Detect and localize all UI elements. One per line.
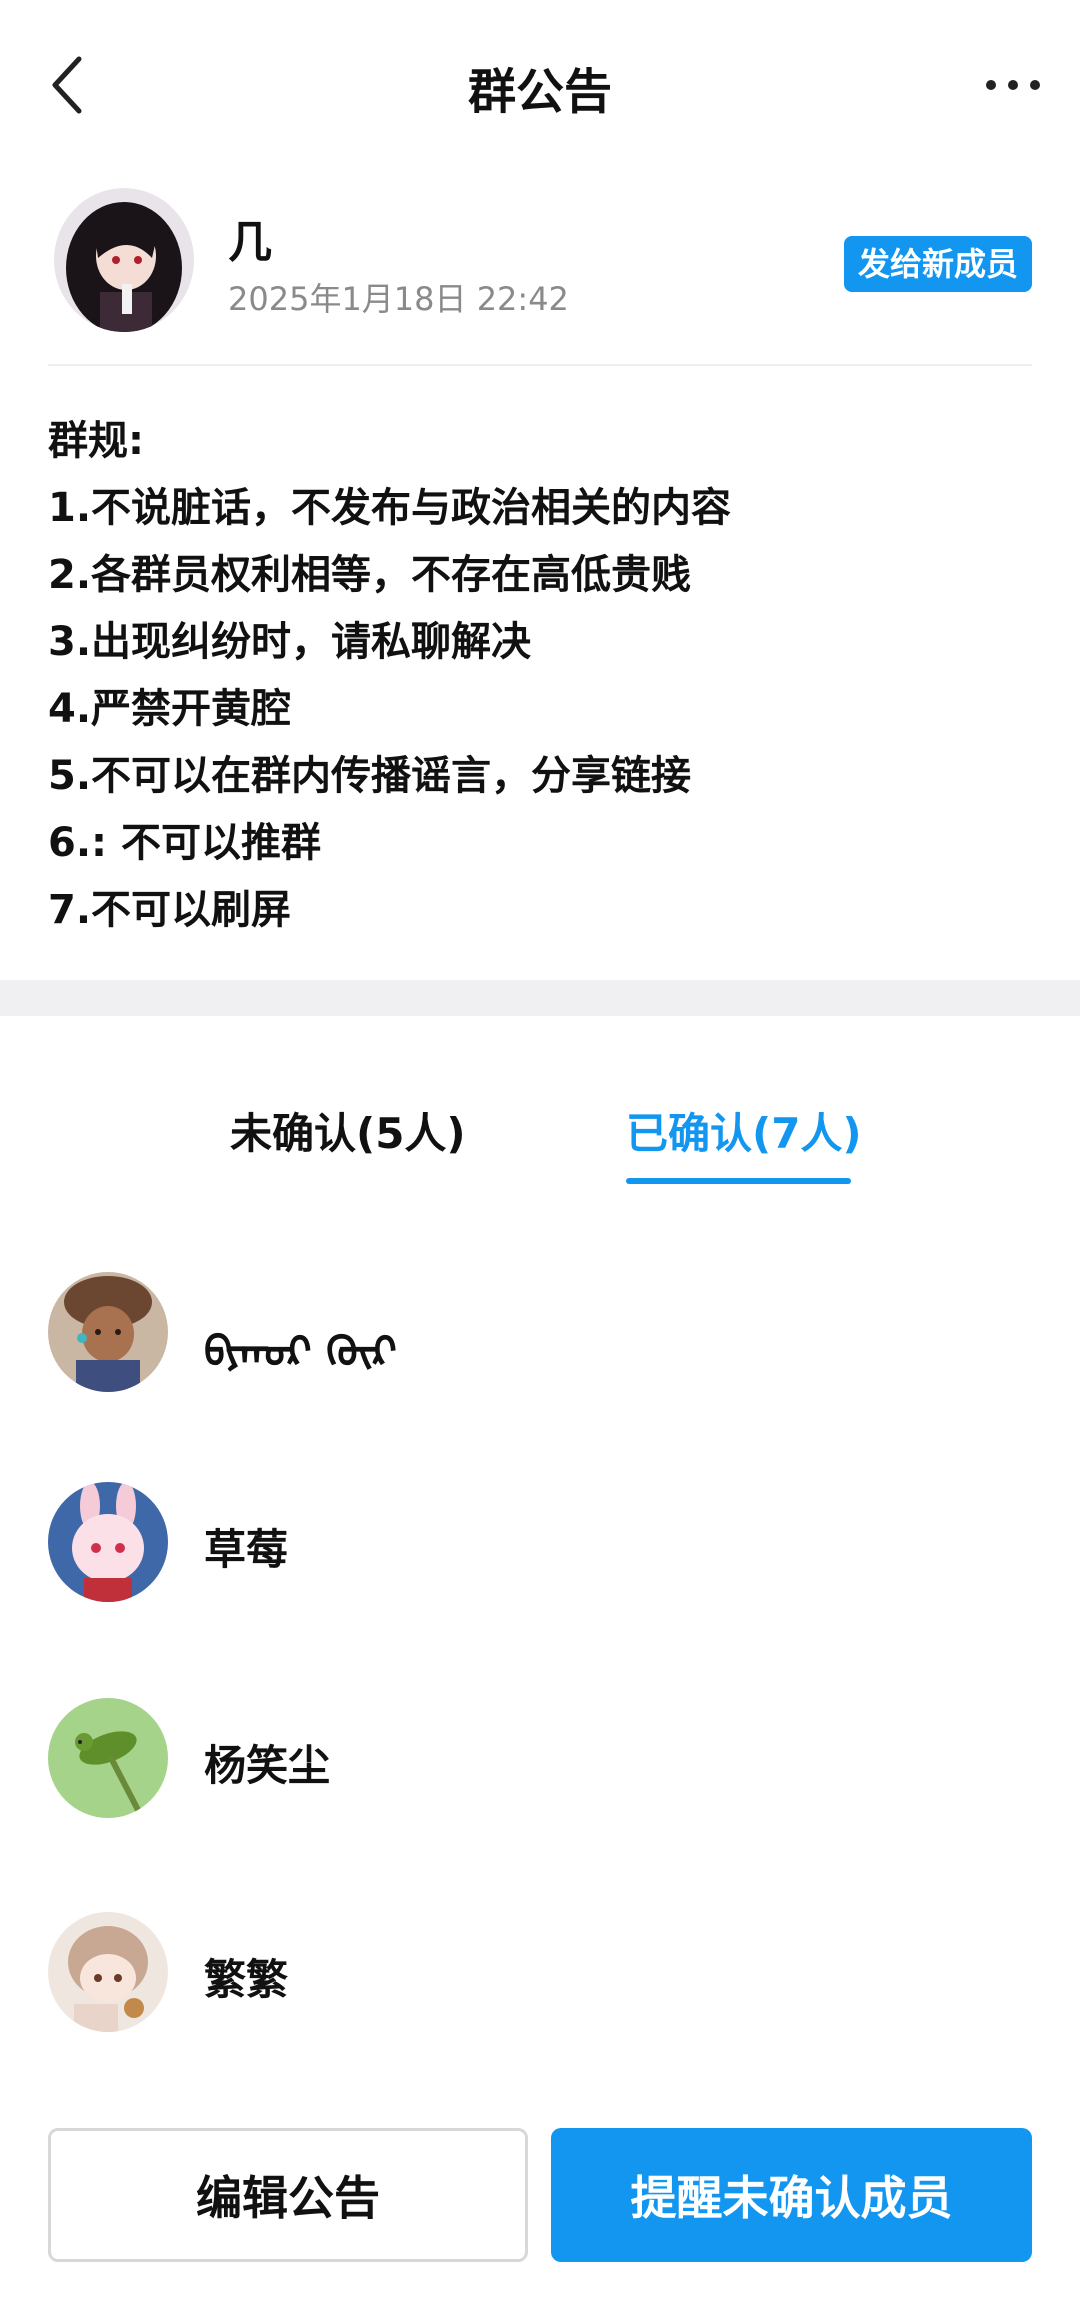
announcement-line: 6.: 不可以推群 [48, 820, 321, 866]
page-title: 群公告 [467, 64, 612, 120]
announcement-author: 几 2025年1月18日 22:42 发给新成员 [48, 184, 1032, 364]
member-item[interactable]: 草莓 [48, 1482, 1032, 1612]
more-button[interactable] [968, 40, 1058, 130]
announcement-line: 2.各群员权利相等，不存在高低贵贱 [48, 552, 692, 598]
member-item[interactable]: 杨笑尘 [48, 1698, 1032, 1828]
remind-unconfirmed-button[interactable]: 提醒未确认成员 [551, 2128, 1032, 2262]
announcement-line: 5.不可以在群内传播谣言，分享链接 [48, 753, 692, 799]
section-separator [0, 980, 1080, 1016]
more-horizontal-icon [986, 80, 1040, 90]
announcement-page: 群公告 几 2025年1月18日 22:42 发给新成员 群规: 1.不说脏话，… [0, 0, 1080, 2310]
tab-unconfirmed[interactable]: 未确认(5人) [230, 1100, 466, 1161]
active-tab-indicator [626, 1178, 851, 1184]
announcement-content: 群规: 1.不说脏话，不发布与政治相关的内容 2.各群员权利相等，不存在高低贵贱… [48, 408, 1032, 944]
member-avatar [48, 1698, 168, 1818]
author-name: 几 [228, 217, 272, 268]
announcement-line: 1.不说脏话，不发布与政治相关的内容 [48, 485, 732, 531]
member-avatar [48, 1272, 168, 1392]
send-to-new-members-button[interactable]: 发给新成员 [843, 236, 1032, 292]
divider [48, 364, 1032, 366]
member-item[interactable]: 繁繁 [48, 1912, 1032, 2042]
top-bar: 群公告 [0, 0, 1080, 150]
announcement-line: 7.不可以刷屏 [48, 887, 292, 933]
member-item[interactable]: ᡋᠶᠬᠣᠷ ᠬᠦᠷ [48, 1272, 1032, 1402]
member-avatar [48, 1482, 168, 1602]
announcement-line: 群规: [48, 418, 144, 464]
author-avatar[interactable] [54, 188, 194, 332]
member-name: 杨笑尘 [204, 1741, 331, 1790]
announcement-line: 4.严禁开黄腔 [48, 686, 292, 732]
member-name: 草莓 [204, 1525, 289, 1574]
post-timestamp: 2025年1月18日 22:42 [228, 280, 569, 318]
edit-announcement-button[interactable]: 编辑公告 [48, 2128, 528, 2262]
member-name: 繁繁 [204, 1955, 289, 2004]
tab-confirmed[interactable]: 已确认(7人) [626, 1100, 862, 1161]
member-avatar [48, 1912, 168, 2032]
announcement-line: 3.出现纠纷时，请私聊解决 [48, 619, 532, 665]
member-name: ᡋᠶᠬᠣᠷ ᠬᠦᠷ [204, 1327, 397, 1376]
confirmation-tabs: 未确认(5人) 已确认(7人) [0, 1100, 1080, 1190]
